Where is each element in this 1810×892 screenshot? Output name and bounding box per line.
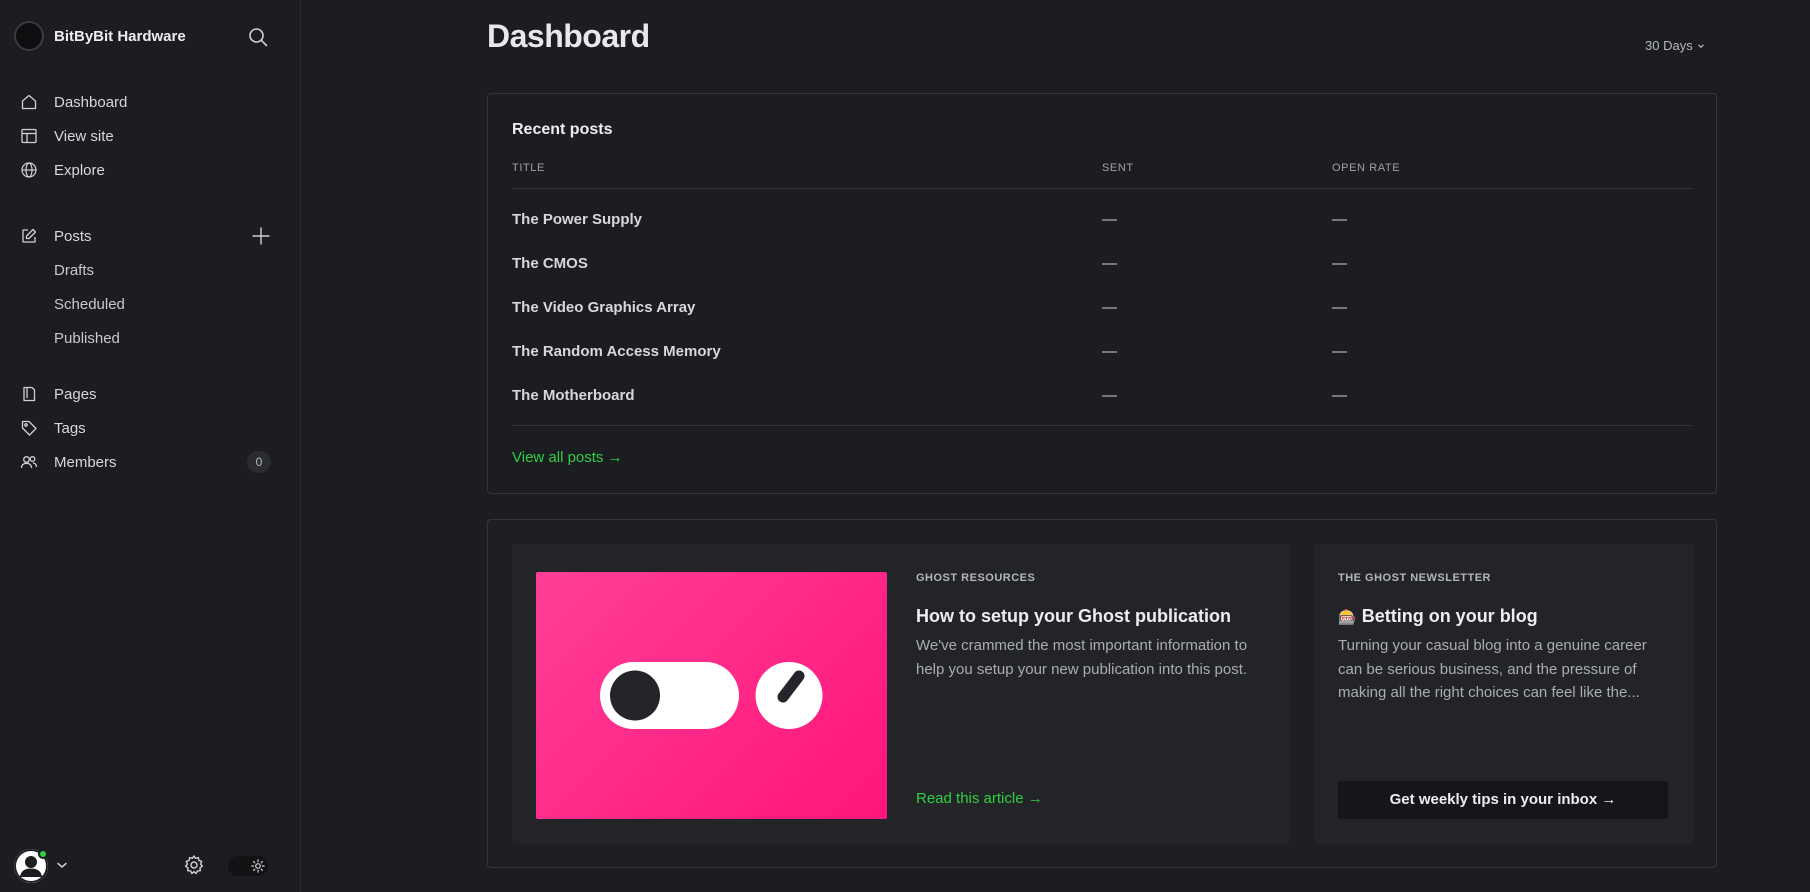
- sidebar-item-label: Scheduled: [54, 295, 125, 313]
- members-count-badge: 0: [247, 451, 271, 473]
- recent-posts-title: Recent posts: [512, 121, 613, 138]
- sidebar-item-view-site[interactable]: View site: [0, 121, 300, 151]
- members-icon: [20, 453, 38, 471]
- sidebar-item-tags[interactable]: Tags: [0, 413, 300, 443]
- sidebar-item-label: Pages: [54, 385, 97, 403]
- table-row[interactable]: The Random Access Memory — —: [488, 332, 1716, 372]
- brand-name: BitByBit Hardware: [54, 27, 186, 45]
- post-open-rate: —: [1332, 387, 1347, 404]
- user-avatar[interactable]: [14, 849, 48, 883]
- resources-card: GHOST RESOURCES How to setup your Ghost …: [487, 519, 1717, 868]
- layout-icon: [20, 127, 38, 145]
- post-sent: —: [1102, 211, 1117, 228]
- edit-icon: [20, 227, 38, 245]
- ghost-resources-panel[interactable]: GHOST RESOURCES How to setup your Ghost …: [512, 544, 1290, 844]
- resources-title: How to setup your Ghost publication: [916, 606, 1231, 626]
- online-status-dot: [38, 849, 48, 859]
- subscribe-button[interactable]: Get weekly tips in your inbox →: [1338, 781, 1668, 819]
- post-title: The Power Supply: [512, 211, 643, 228]
- post-title: The Random Access Memory: [512, 343, 721, 360]
- home-icon: [20, 93, 38, 111]
- newsletter-body: Turning your casual blog into a genuine …: [1338, 637, 1647, 701]
- sidebar-item-scheduled[interactable]: Scheduled: [0, 289, 300, 319]
- sidebar: BitByBit Hardware Dashboard View site Ex…: [0, 0, 301, 892]
- tag-icon: [20, 419, 38, 437]
- slot-machine-emoji: 🎰: [1338, 609, 1357, 626]
- post-sent: —: [1102, 387, 1117, 404]
- view-all-posts-link[interactable]: View all posts →: [512, 449, 623, 466]
- sidebar-item-label: Members: [54, 453, 117, 471]
- post-open-rate: —: [1332, 343, 1347, 360]
- newsletter-title: 🎰 Betting on your blog: [1338, 606, 1538, 627]
- post-sent: —: [1102, 299, 1117, 316]
- column-header-open-rate: OPEN RATE: [1332, 162, 1401, 174]
- table-row[interactable]: The Motherboard — —: [488, 376, 1716, 416]
- read-article-link[interactable]: Read this article →: [916, 790, 1043, 807]
- post-title: The Video Graphics Array: [512, 299, 696, 316]
- sidebar-item-label: Posts: [54, 227, 92, 245]
- newsletter-panel[interactable]: THE GHOST NEWSLETTER 🎰 Betting on your b…: [1314, 544, 1694, 844]
- date-range-label: 30 Days: [1645, 38, 1693, 53]
- newsletter-eyebrow: THE GHOST NEWSLETTER: [1338, 572, 1491, 584]
- sidebar-item-dashboard[interactable]: Dashboard: [0, 87, 300, 117]
- article-hero-image: [536, 572, 887, 819]
- sidebar-item-drafts[interactable]: Drafts: [0, 255, 300, 285]
- sidebar-item-label: Drafts: [54, 261, 95, 279]
- post-open-rate: —: [1332, 299, 1347, 316]
- sidebar-item-label: Explore: [54, 161, 105, 179]
- recent-posts-card: Recent posts TITLE SENT OPEN RATE The Po…: [487, 93, 1717, 494]
- sidebar-item-label: Published: [54, 329, 120, 347]
- column-header-title: TITLE: [512, 162, 545, 174]
- page-icon: [20, 385, 38, 403]
- sidebar-item-explore[interactable]: Explore: [0, 155, 300, 185]
- search-icon[interactable]: [247, 26, 269, 48]
- newsletter-title-text: Betting on your blog: [1361, 606, 1538, 626]
- post-open-rate: —: [1332, 255, 1347, 272]
- sidebar-item-label: Dashboard: [54, 93, 128, 111]
- new-post-plus-icon[interactable]: [251, 226, 271, 246]
- sun-icon: [251, 859, 265, 873]
- gear-icon[interactable]: [183, 854, 205, 876]
- theme-toggle[interactable]: [228, 856, 268, 876]
- resources-eyebrow: GHOST RESOURCES: [916, 572, 1036, 584]
- table-row[interactable]: The Video Graphics Array — —: [488, 288, 1716, 328]
- column-header-sent: SENT: [1102, 162, 1134, 174]
- divider: [512, 425, 1692, 426]
- globe-icon: [20, 161, 38, 179]
- chevron-down-icon[interactable]: [55, 858, 69, 872]
- post-sent: —: [1102, 343, 1117, 360]
- post-sent: —: [1102, 255, 1117, 272]
- divider: [512, 188, 1692, 189]
- post-title: The Motherboard: [512, 387, 635, 404]
- page-title: Dashboard: [487, 18, 650, 54]
- sidebar-item-pages[interactable]: Pages: [0, 379, 300, 409]
- sidebar-item-label: View site: [54, 127, 114, 145]
- brand[interactable]: BitByBit Hardware: [14, 21, 186, 51]
- sidebar-item-label: Tags: [54, 419, 86, 437]
- resources-body: We've crammed the most important informa…: [916, 637, 1248, 678]
- chevron-down-icon: [1697, 43, 1704, 48]
- sidebar-item-published[interactable]: Published: [0, 323, 300, 353]
- post-title: The CMOS: [512, 255, 588, 272]
- table-row[interactable]: The CMOS — —: [488, 244, 1716, 284]
- date-range-select[interactable]: 30 Days: [1645, 38, 1705, 53]
- brand-logo: [14, 21, 44, 51]
- table-row[interactable]: The Power Supply — —: [488, 200, 1716, 240]
- post-open-rate: —: [1332, 211, 1347, 228]
